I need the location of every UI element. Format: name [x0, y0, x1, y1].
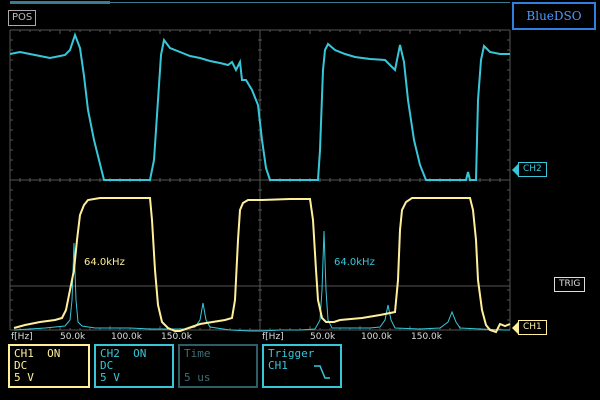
fft-tick-label: 150.0k [411, 332, 442, 342]
ch1-scale: 5 V [14, 371, 34, 384]
fft-tick-label: 100.0k [361, 332, 392, 342]
fft-tick-label: 100.0k [111, 332, 142, 342]
fft-axis-label-left: f[Hz] [11, 332, 33, 342]
ch2-settings-panel[interactable]: CH2 ON DC 5 V [94, 344, 174, 388]
time-value: 5 us [184, 371, 211, 384]
fft-tick-label: 150.0k [161, 332, 192, 342]
time-settings-panel[interactable]: Time 5 us [178, 344, 258, 388]
ch1-peak-frequency: 64.0kHz [84, 257, 125, 268]
oscilloscope-display [9, 29, 511, 334]
fft-tick-label: 50.0k [60, 332, 86, 342]
time-title: Time [184, 347, 211, 360]
ch1-level-marker[interactable]: CH1 [512, 320, 547, 335]
fft-axis-label-right: f[Hz] [262, 332, 284, 342]
ch1-fft-spectrum [13, 242, 262, 332]
ch2-fft-spectrum [261, 230, 510, 332]
trigger-level-marker[interactable]: TRIG [554, 277, 586, 292]
fft-tick-label: 50.0k [310, 332, 336, 342]
ch2-peak-frequency: 64.0kHz [334, 257, 375, 268]
ch2-level-marker[interactable]: CH2 [512, 162, 547, 177]
trigger-settings-panel[interactable]: Trigger CH1 [262, 344, 342, 388]
ch2-scale: 5 V [100, 371, 120, 384]
falling-edge-icon [314, 365, 330, 379]
ch1-settings-panel[interactable]: CH1 ON DC 5 V [8, 344, 90, 388]
